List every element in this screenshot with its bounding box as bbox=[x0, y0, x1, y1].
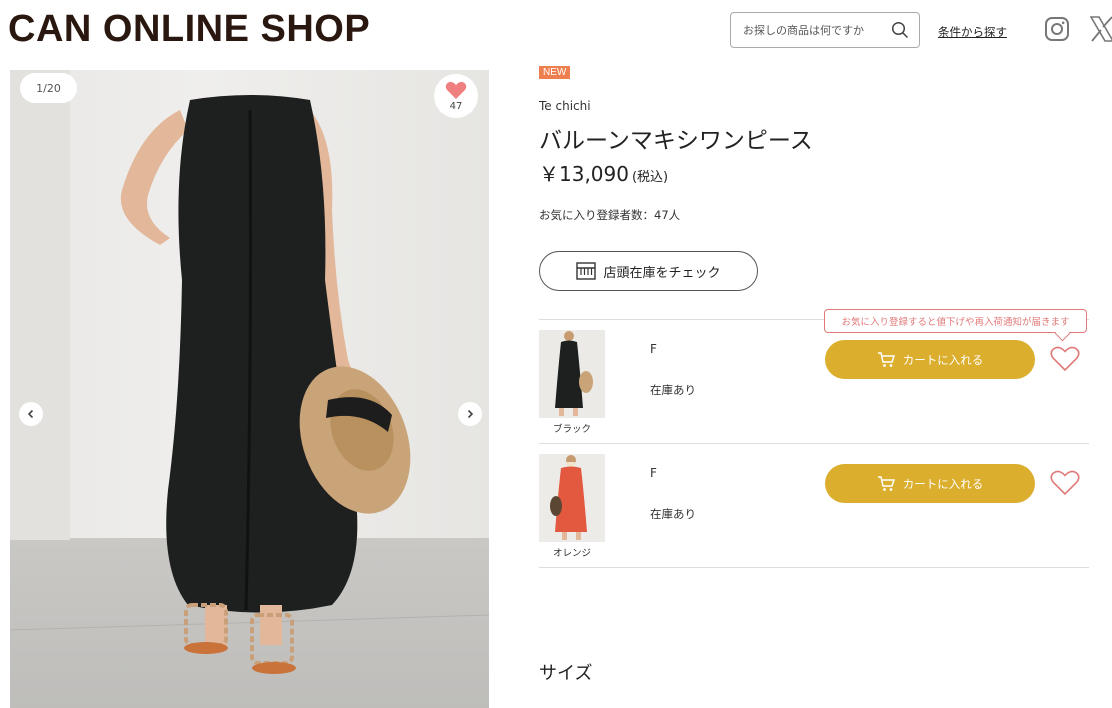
new-badge: NEW bbox=[539, 66, 571, 79]
favorite-button[interactable] bbox=[1050, 470, 1080, 500]
size-section-heading: サイズ bbox=[539, 663, 593, 684]
variant-color-label: ブラック bbox=[552, 424, 591, 435]
variant-stock: 在庫あり bbox=[650, 507, 696, 521]
favorite-tooltip: お気に入り登録すると値下げや再入荷通知が届きます bbox=[824, 309, 1087, 333]
image-favorite-button[interactable]: 47 bbox=[434, 74, 478, 118]
variant-size: F bbox=[650, 342, 657, 356]
product-title: バルーンマキシワンピース bbox=[539, 128, 813, 154]
product-main-image[interactable] bbox=[10, 70, 489, 708]
price-value: ￥13,090 bbox=[539, 162, 629, 186]
cart-icon bbox=[877, 475, 895, 491]
store-stock-button[interactable]: 店頭在庫をチェック bbox=[539, 251, 758, 291]
next-image-button[interactable] bbox=[458, 402, 482, 426]
store-icon bbox=[576, 262, 597, 280]
search-icon[interactable] bbox=[891, 21, 909, 43]
variant-thumbnail-black[interactable] bbox=[539, 330, 605, 418]
add-to-cart-button[interactable]: カートに入れる bbox=[825, 340, 1035, 379]
search-input[interactable] bbox=[743, 23, 893, 37]
product-price: ￥13,090 (税込) bbox=[539, 158, 668, 187]
brand-name[interactable]: Te chichi bbox=[539, 99, 591, 113]
instagram-icon[interactable] bbox=[1044, 16, 1070, 46]
x-twitter-icon[interactable] bbox=[1089, 16, 1112, 46]
variant-color-label: オレンジ bbox=[552, 548, 591, 559]
heart-filled-icon bbox=[445, 81, 467, 99]
store-stock-label: 店頭在庫をチェック bbox=[603, 265, 721, 281]
cart-icon bbox=[877, 351, 895, 367]
variant-size: F bbox=[650, 466, 657, 480]
tax-label: (税込) bbox=[631, 170, 669, 185]
image-favorite-count: 47 bbox=[449, 100, 463, 112]
divider bbox=[539, 443, 1089, 444]
site-logo[interactable]: CAN ONLINE SHOP bbox=[8, 8, 370, 51]
favorite-registrants: お気に入り登録者数：47人 bbox=[539, 208, 681, 222]
search-by-condition-link[interactable]: 条件から探す bbox=[938, 24, 1007, 40]
image-pager: 1/20 bbox=[20, 73, 77, 103]
heart-outline-icon bbox=[1050, 346, 1080, 372]
add-to-cart-button[interactable]: カートに入れる bbox=[825, 464, 1035, 503]
divider bbox=[539, 567, 1089, 568]
variant-stock: 在庫あり bbox=[650, 383, 696, 397]
add-to-cart-label: カートに入れる bbox=[902, 352, 984, 367]
variant-thumbnail-orange[interactable] bbox=[539, 454, 605, 542]
variant-image-black bbox=[555, 331, 593, 416]
heart-outline-icon bbox=[1050, 470, 1080, 496]
search-box[interactable] bbox=[730, 12, 920, 48]
variant-image-orange bbox=[550, 455, 587, 540]
chevron-left-icon bbox=[27, 409, 34, 419]
chevron-right-icon bbox=[467, 409, 474, 419]
model-illustration bbox=[10, 70, 489, 674]
favorite-button[interactable] bbox=[1050, 346, 1080, 376]
prev-image-button[interactable] bbox=[19, 402, 43, 426]
add-to-cart-label: カートに入れる bbox=[902, 476, 984, 491]
